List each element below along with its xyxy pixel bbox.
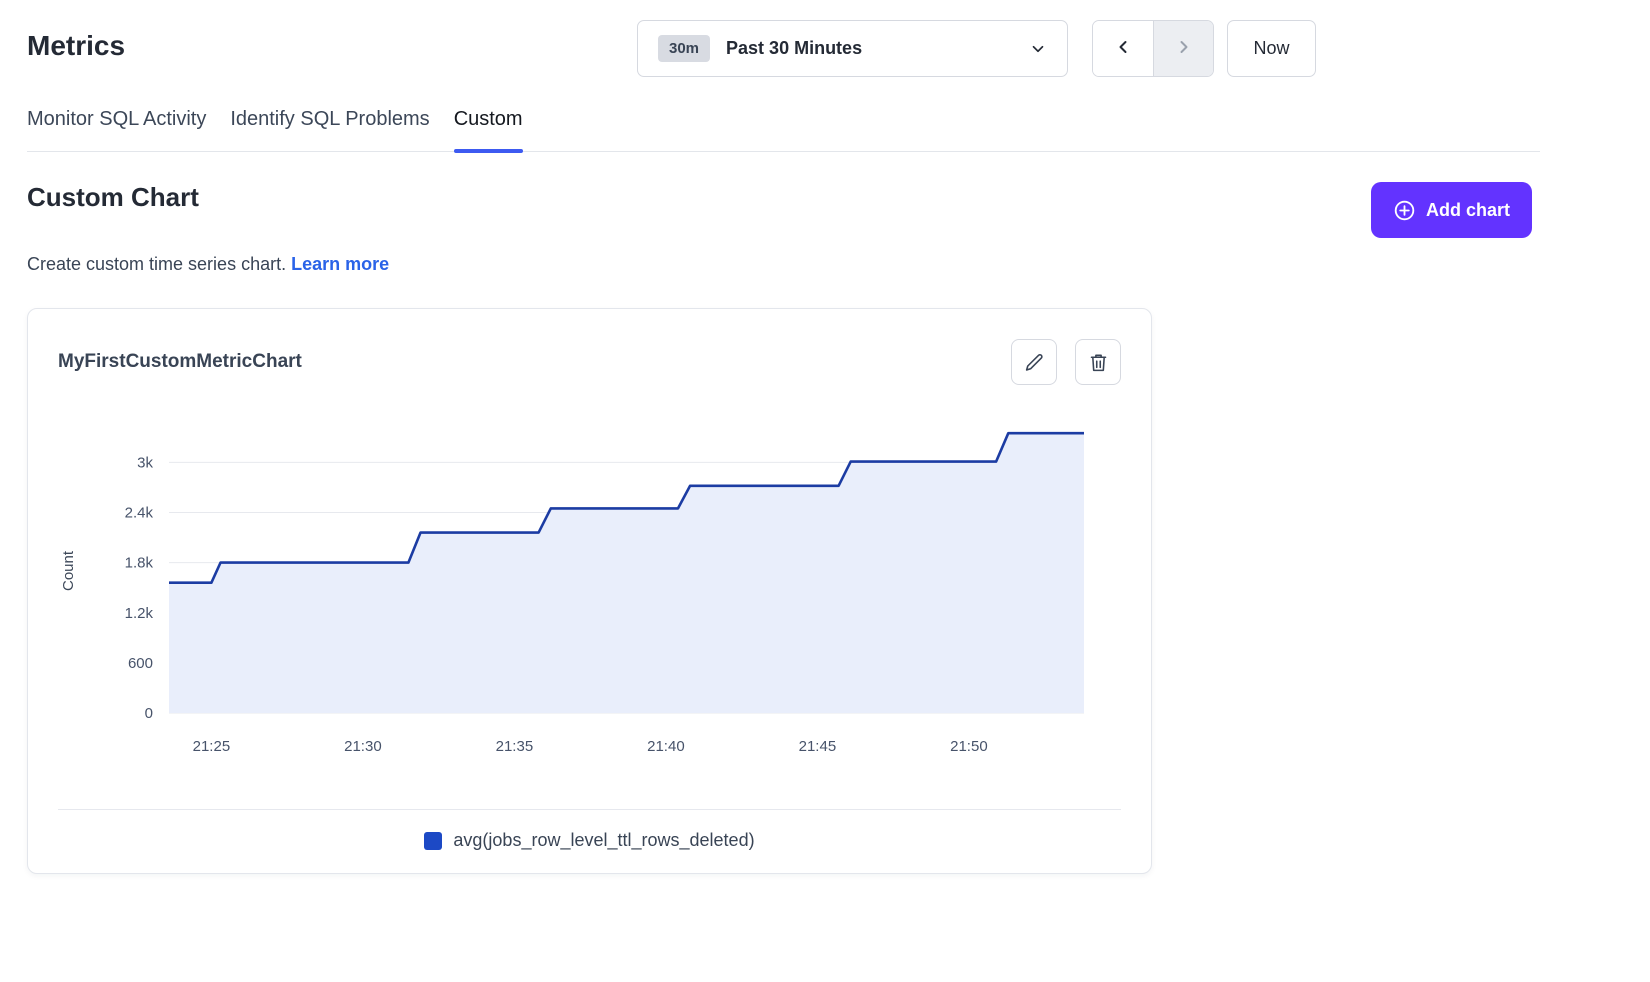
section-title: Custom Chart bbox=[27, 182, 199, 213]
svg-text:1.8k: 1.8k bbox=[125, 555, 154, 572]
time-range-label: Past 30 Minutes bbox=[726, 38, 862, 59]
chart-card-header: MyFirstCustomMetricChart bbox=[58, 339, 1121, 385]
legend-swatch bbox=[424, 832, 442, 850]
trash-icon bbox=[1088, 352, 1109, 373]
chart-legend[interactable]: avg(jobs_row_level_ttl_rows_deleted) bbox=[58, 810, 1121, 851]
time-range-dropdown[interactable]: 30m Past 30 Minutes bbox=[637, 20, 1068, 77]
time-step-controls bbox=[1092, 20, 1214, 77]
custom-chart-svg: 0 600 1.2k 1.8k 2.4k 3k 21:25 21:30 21:35 21:40 21… bbox=[58, 419, 1123, 764]
svg-text:21:35: 21:35 bbox=[496, 738, 534, 755]
add-chart-button[interactable]: Add chart bbox=[1371, 182, 1532, 238]
svg-text:2.4k: 2.4k bbox=[125, 505, 154, 522]
previous-time-button[interactable] bbox=[1093, 21, 1153, 76]
delete-chart-button[interactable] bbox=[1075, 339, 1121, 385]
page-title: Metrics bbox=[27, 30, 125, 62]
time-range-badge: 30m bbox=[658, 35, 710, 62]
tab-monitor-sql-activity[interactable]: Monitor SQL Activity bbox=[27, 104, 206, 151]
legend-label: avg(jobs_row_level_ttl_rows_deleted) bbox=[453, 830, 754, 851]
chevron-left-icon bbox=[1113, 37, 1133, 60]
svg-text:21:50: 21:50 bbox=[950, 738, 988, 755]
custom-chart-section-header: Custom Chart Add chart bbox=[0, 152, 1650, 238]
learn-more-link[interactable]: Learn more bbox=[291, 254, 389, 274]
next-time-button[interactable] bbox=[1153, 21, 1213, 76]
chevron-down-icon bbox=[1029, 40, 1047, 58]
chart-title: MyFirstCustomMetricChart bbox=[58, 351, 302, 373]
now-button[interactable]: Now bbox=[1227, 20, 1316, 77]
svg-text:1.2k: 1.2k bbox=[125, 605, 154, 622]
svg-text:21:45: 21:45 bbox=[799, 738, 837, 755]
edit-chart-button[interactable] bbox=[1011, 339, 1057, 385]
custom-metric-chart-card: MyFirstCustomMetricChart 0 600 1.2k 1.8k 2.4… bbox=[27, 308, 1152, 874]
chart-area: 0 600 1.2k 1.8k 2.4k 3k 21:25 21:30 21:35 21:40 21… bbox=[58, 419, 1121, 769]
svg-text:Count: Count bbox=[60, 550, 77, 591]
svg-text:21:30: 21:30 bbox=[344, 738, 382, 755]
svg-text:0: 0 bbox=[145, 705, 153, 722]
svg-text:21:25: 21:25 bbox=[193, 738, 231, 755]
svg-text:3k: 3k bbox=[137, 454, 153, 471]
svg-text:21:40: 21:40 bbox=[647, 738, 685, 755]
section-description: Create custom time series chart. Learn m… bbox=[0, 238, 1650, 275]
description-text: Create custom time series chart. bbox=[27, 254, 286, 274]
metrics-tabs: Monitor SQL Activity Identify SQL Proble… bbox=[27, 104, 1540, 152]
add-chart-label: Add chart bbox=[1426, 200, 1510, 221]
plus-circle-icon bbox=[1393, 199, 1416, 222]
chevron-right-icon bbox=[1174, 37, 1194, 60]
chart-card-actions bbox=[1011, 339, 1121, 385]
pencil-icon bbox=[1024, 352, 1045, 373]
tab-custom[interactable]: Custom bbox=[454, 104, 523, 151]
page-header: Metrics 30m Past 30 Minutes Now bbox=[0, 0, 1650, 104]
tab-identify-sql-problems[interactable]: Identify SQL Problems bbox=[230, 104, 429, 151]
svg-text:600: 600 bbox=[128, 655, 153, 672]
